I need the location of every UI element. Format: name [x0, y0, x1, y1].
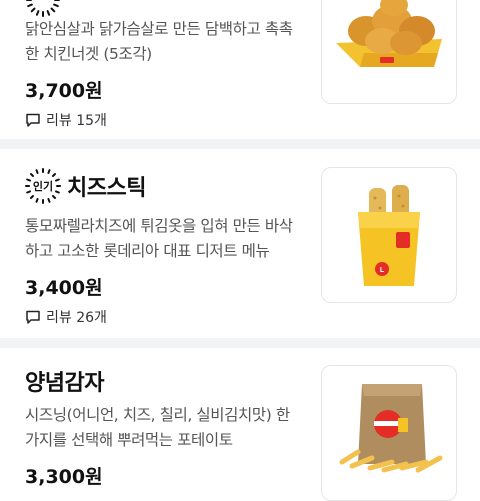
speech-bubble-icon: [26, 113, 40, 127]
svg-text:L: L: [380, 267, 385, 274]
section-divider: [0, 338, 480, 348]
menu-item-price: 3,300원: [25, 466, 103, 488]
menu-item-card[interactable]: 인기 치즈스틱 통모짜렐라치즈에 튀김옷을 입혀 만든 바삭 하고 고소한 롯데…: [0, 149, 480, 338]
menu-item-thumbnail[interactable]: L: [321, 167, 457, 303]
description-line: 통모짜렐라치즈에 튀김옷을 입혀 만든 바삭: [25, 217, 293, 235]
popular-badge-label: 인기: [32, 180, 54, 193]
menu-item-description: 통모짜렐라치즈에 튀김옷을 입혀 만든 바삭 하고 고소한 롯데리아 대표 디저…: [25, 214, 315, 264]
menu-item-title-row: 인기 치즈스틱: [25, 168, 146, 204]
popular-badge: 인기: [25, 168, 61, 204]
menu-item-title-row: 양념감자: [25, 365, 104, 397]
section-divider: [0, 139, 480, 149]
menu-item-card[interactable]: 양념감자 시즈닝(어니언, 치즈, 칠리, 실비김치맛) 한 가지를 선택해 뿌…: [0, 348, 480, 501]
menu-item-thumbnail[interactable]: [321, 0, 457, 104]
description-line: 닭안심살과 닭가슴살로 만든 담백하고 촉촉: [25, 20, 293, 38]
description-line: 한 치킨너겟 (5조각): [25, 45, 152, 63]
review-link[interactable]: 리뷰 15개: [25, 110, 107, 130]
speech-bubble-icon: [26, 310, 40, 324]
cheese-stick-icon: L: [358, 185, 420, 286]
menu-item-title: 치즈스틱: [67, 176, 146, 201]
menu-item-description: 시즈닝(어니언, 치즈, 칠리, 실비김치맛) 한 가지를 선택해 뿌려먹는 포…: [25, 403, 315, 453]
review-count: 리뷰 15개: [46, 113, 107, 129]
menu-item-price: 3,400원: [25, 277, 103, 299]
chicken-nuggets-icon: [336, 0, 442, 67]
popular-badge: [25, 0, 61, 18]
seasoned-fries-icon: [339, 384, 443, 473]
menu-item-title-row: [25, 0, 67, 18]
burst-badge-icon: [26, 0, 60, 17]
description-line: 시즈닝(어니언, 치즈, 칠리, 실비김치맛) 한: [25, 406, 290, 424]
menu-item-card[interactable]: 닭안심살과 닭가슴살로 만든 담백하고 촉촉 한 치킨너겟 (5조각) 3,70…: [0, 0, 480, 148]
menu-item-price: 3,700원: [25, 80, 103, 102]
review-count: 리뷰 26개: [46, 310, 107, 326]
menu-item-thumbnail[interactable]: [321, 365, 457, 501]
description-line: 가지를 선택해 뿌려먹는 포테이토: [25, 431, 233, 449]
description-line: 하고 고소한 롯데리아 대표 디저트 메뉴: [25, 242, 270, 260]
menu-item-description: 닭안심살과 닭가슴살로 만든 담백하고 촉촉 한 치킨너겟 (5조각): [25, 17, 315, 67]
review-link[interactable]: 리뷰 26개: [25, 307, 107, 327]
menu-item-title: 양념감자: [25, 371, 104, 396]
